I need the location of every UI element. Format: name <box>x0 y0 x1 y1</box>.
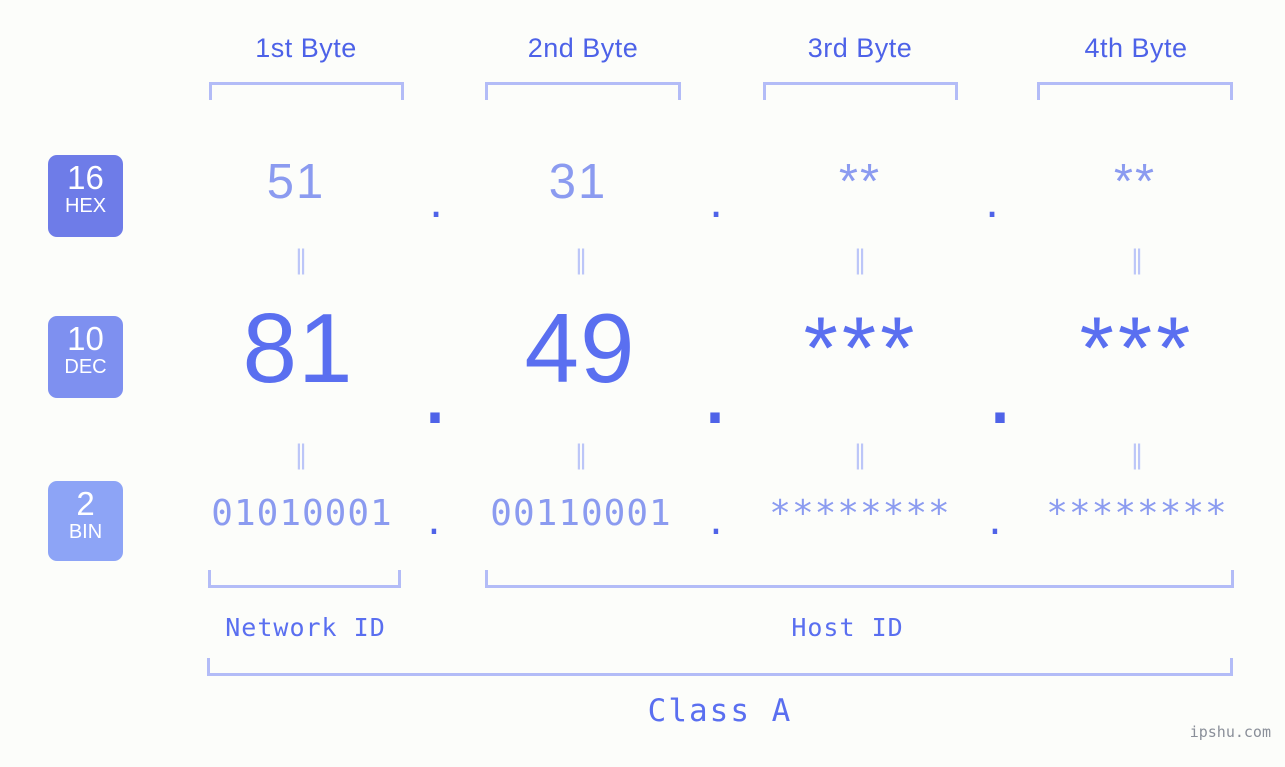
bin-byte-1: 01010001 <box>211 493 393 534</box>
hex-byte-4: ** <box>1113 155 1157 209</box>
base-badge-bin: 2 BIN <box>48 481 123 561</box>
byte-bracket-3 <box>763 82 958 100</box>
base-badge-bin-abbr: BIN <box>68 521 103 543</box>
byte-header-1: 1st Byte <box>255 33 357 63</box>
equals-mark-dec-bin-1: ‖ <box>294 440 308 470</box>
ip-address-breakdown-diagram: 1st Byte 2nd Byte 3rd Byte 4th Byte 16 H… <box>0 0 1285 767</box>
base-badge-hex-abbr: HEX <box>64 195 107 217</box>
byte-bracket-4 <box>1037 82 1233 100</box>
byte-bracket-1 <box>209 82 404 100</box>
bin-byte-2: 00110001 <box>490 493 672 534</box>
dec-byte-3: *** <box>803 298 919 397</box>
host-id-bracket <box>485 570 1234 588</box>
dec-separator-3: . <box>986 334 1014 444</box>
equals-mark-hex-dec-1: ‖ <box>294 245 308 275</box>
bin-byte-3: ******** <box>769 493 951 534</box>
dec-separator-2: . <box>701 334 729 444</box>
byte-header-3: 3rd Byte <box>807 33 913 63</box>
equals-mark-dec-bin-3: ‖ <box>853 440 867 470</box>
equals-mark-dec-bin-2: ‖ <box>574 440 588 470</box>
byte-header-2: 2nd Byte <box>527 33 639 63</box>
byte-header-4: 4th Byte <box>1084 33 1188 63</box>
bin-separator-2: . <box>705 502 727 543</box>
class-bracket <box>207 658 1233 676</box>
network-id-bracket <box>208 570 401 588</box>
equals-mark-dec-bin-4: ‖ <box>1130 440 1144 470</box>
class-label: Class A <box>647 693 793 729</box>
dec-separator-1: . <box>421 334 449 444</box>
hex-byte-3: ** <box>838 155 882 209</box>
hex-byte-1: 51 <box>266 155 326 209</box>
hex-byte-2: 31 <box>548 155 608 209</box>
base-badge-dec-abbr: DEC <box>64 356 107 378</box>
dec-byte-4: *** <box>1079 298 1195 397</box>
equals-mark-hex-dec-3: ‖ <box>853 245 867 275</box>
network-id-label: Network ID <box>225 613 386 642</box>
site-watermark: ipshu.com <box>1189 723 1271 741</box>
bin-separator-1: . <box>423 502 445 543</box>
dec-byte-1: 81 <box>242 293 354 403</box>
hex-separator-1: . <box>429 174 443 228</box>
base-badge-dec: 10 DEC <box>48 316 123 398</box>
byte-bracket-2 <box>485 82 681 100</box>
equals-mark-hex-dec-2: ‖ <box>574 245 588 275</box>
base-badge-hex-number: 16 <box>67 159 104 196</box>
base-badge-bin-number: 2 <box>76 485 95 522</box>
hex-separator-2: . <box>709 174 723 228</box>
bin-byte-4: ******** <box>1046 493 1228 534</box>
base-badge-dec-number: 10 <box>67 320 104 357</box>
base-badge-hex: 16 HEX <box>48 155 123 237</box>
hex-separator-3: . <box>985 174 999 228</box>
equals-mark-hex-dec-4: ‖ <box>1130 245 1144 275</box>
bin-separator-3: . <box>984 502 1006 543</box>
host-id-label: Host ID <box>791 613 904 642</box>
dec-byte-2: 49 <box>524 293 636 403</box>
